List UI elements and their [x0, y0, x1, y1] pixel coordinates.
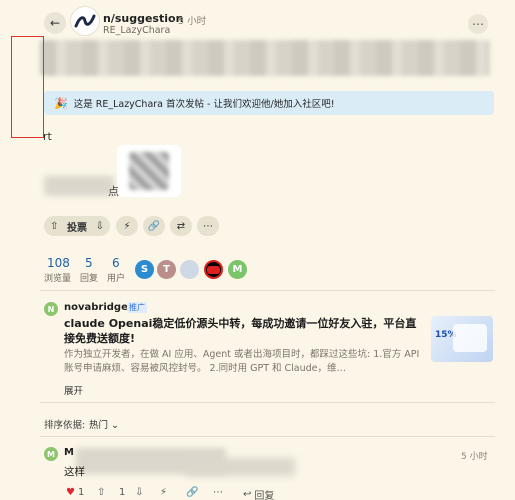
participant-avatar[interactable]: S	[135, 260, 154, 279]
upvote-icon: ⇧	[97, 487, 106, 498]
participant-avatar[interactable]: T	[157, 260, 176, 279]
reply-author[interactable]: M	[64, 447, 74, 458]
divider	[40, 402, 495, 403]
ad-description: 作为独立开发者，在做 AI 应用、Agent 或者出海项目时，都踩过这些坑: 1…	[64, 349, 420, 374]
reply-icon: ↩	[243, 489, 252, 500]
ad-avatar[interactable]: N	[44, 302, 58, 316]
back-button[interactable]: ←	[44, 12, 66, 34]
replies-label: 回复	[80, 274, 99, 284]
post-time: · 5 小时	[172, 16, 207, 27]
party-popper-icon: 🎉	[54, 96, 68, 110]
vote-control[interactable]: ⇧ 投票 ⇩	[44, 216, 110, 236]
expand-button[interactable]: 展开	[64, 383, 83, 397]
views-count: 108	[47, 256, 70, 270]
reply-button-label: 回复	[254, 491, 275, 500]
like-button[interactable]: ♥ 1	[66, 487, 84, 498]
downvote-icon: ⇩	[135, 487, 144, 498]
reply-downvote-button[interactable]: ⇩	[135, 487, 143, 498]
boost-icon: ⚡	[160, 487, 168, 498]
image-content-redacted	[129, 152, 169, 190]
vote-label: 投票	[67, 222, 87, 234]
reply-text-redacted	[185, 458, 295, 476]
boost-icon: ⚡	[123, 220, 131, 232]
reply-time: 5 小时	[461, 452, 488, 462]
ad-title[interactable]: claude Openai稳定低价源头中转，每成功邀请一位好友入驻，平台直接免费…	[64, 316, 424, 346]
chevron-down-icon: ⌄	[111, 420, 120, 431]
divider	[40, 290, 495, 291]
reply-vote-count: 1	[119, 487, 126, 498]
first-post-banner: 🎉 这是 RE_LazyChara 首次发帖 - 让我们欢迎他/她加入社区吧!	[44, 91, 494, 115]
boost-button[interactable]: ⚡	[116, 216, 138, 236]
community-logo[interactable]	[70, 6, 100, 36]
reply-button[interactable]: ↩ 回复	[243, 487, 274, 500]
share-button[interactable]: ⇄	[170, 216, 192, 236]
arrow-left-icon: ←	[49, 16, 61, 30]
reply-more-button[interactable]: ⋯	[213, 487, 223, 498]
participant-avatar[interactable]	[204, 260, 223, 279]
reply-avatar[interactable]: M	[44, 447, 58, 461]
share-icon: ⇄	[176, 220, 186, 232]
views-label: 浏览量	[44, 274, 72, 284]
link-icon: 🔗	[147, 220, 161, 232]
replies-count: 5	[85, 256, 93, 270]
post-image[interactable]	[117, 145, 181, 197]
post-title-redacted	[40, 40, 490, 76]
post-body-trailing: 点	[108, 185, 119, 198]
reply-upvote-button[interactable]: ⇧	[97, 487, 105, 498]
more-icon: ⋯	[213, 487, 223, 498]
divider	[40, 436, 495, 437]
ad-thumbnail[interactable]: 15%	[431, 316, 493, 362]
banner-text: 这是 RE_LazyChara 首次发帖 - 让我们欢迎他/她加入社区吧!	[73, 99, 335, 110]
users-label: 用户	[107, 274, 126, 284]
ad-author[interactable]: novabridge	[64, 302, 128, 313]
ellipsis-icon: ⋯	[472, 17, 484, 31]
participant-avatar[interactable]: M	[228, 260, 247, 279]
more-actions-button[interactable]: ⋯	[197, 216, 219, 236]
post-body-fragment: rt	[43, 130, 52, 143]
highlight-box	[11, 36, 44, 138]
participant-avatar[interactable]	[180, 260, 199, 279]
users-count: 6	[112, 256, 120, 270]
downvote-icon[interactable]: ⇩	[96, 221, 104, 232]
more-icon: ⋯	[203, 220, 213, 232]
more-options-button[interactable]: ⋯	[468, 14, 488, 34]
community-logo-icon	[74, 14, 96, 28]
reply-text: 这样	[64, 466, 85, 478]
author-name[interactable]: RE_LazyChara	[103, 25, 170, 36]
reply-link-button[interactable]: 🔗	[186, 487, 198, 498]
link-icon: 🔗	[186, 487, 199, 498]
ad-thumbnail-graphic	[453, 324, 487, 352]
sort-dropdown[interactable]: 热门 ⌄	[89, 417, 119, 431]
copy-link-button[interactable]: 🔗	[143, 216, 165, 236]
upvote-icon[interactable]: ⇧	[50, 221, 58, 232]
like-count: 1	[77, 487, 85, 498]
body-text-redacted	[44, 176, 114, 196]
sort-label: 排序依据:	[44, 420, 86, 431]
promoted-badge: 推广	[127, 302, 147, 313]
reply-boost-button[interactable]: ⚡	[160, 487, 167, 498]
heart-icon: ♥	[66, 487, 75, 498]
